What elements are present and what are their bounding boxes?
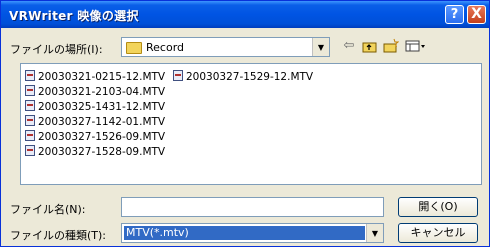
filename-input[interactable] [121,197,384,217]
video-file-icon [25,130,35,141]
new-folder-icon[interactable] [383,38,400,54]
file-item[interactable]: 20030327-1529-12.MTV [173,70,313,84]
file-item[interactable]: 20030321-0215-12.MTV [25,70,165,84]
video-file-icon [25,145,35,156]
cancel-button[interactable]: キャンセル [398,223,478,243]
file-open-dialog: VRWriter 映像の選択 ? X ファイルの場所(I): Record ▼ … [0,0,490,247]
help-button[interactable]: ? [445,5,464,24]
window-title: VRWriter 映像の選択 [9,9,139,23]
video-file-icon [173,70,183,81]
filetype-label: ファイルの種類(T): [10,229,107,242]
video-file-icon [25,115,35,126]
filetype-value: MTV(*.mtv) [124,226,365,240]
video-file-icon [25,100,35,111]
folder-icon [126,42,142,54]
filetype-dropdown[interactable]: MTV(*.mtv) ▼ [121,223,384,243]
video-file-icon [25,85,35,96]
file-item[interactable]: 20030325-1431-12.MTV [25,100,165,114]
location-value-wrap: Record [126,41,184,54]
close-button[interactable]: X [467,5,486,24]
up-folder-icon[interactable] [362,38,378,54]
filename-label: ファイル名(N): [10,203,86,216]
video-file-icon [25,70,35,81]
back-arrow-icon[interactable]: ⇦ [341,38,357,54]
file-item[interactable]: 20030327-1528-09.MTV [25,145,165,159]
open-button[interactable]: 開く(O) [398,197,478,217]
file-item[interactable]: 20030321-2103-04.MTV [25,85,165,99]
location-value: Record [146,41,185,54]
chevron-down-icon[interactable]: ▼ [366,224,383,242]
file-item[interactable]: 20030327-1142-01.MTV [25,115,165,129]
location-dropdown[interactable]: Record ▼ [121,37,330,57]
view-menu-icon[interactable] [405,38,427,54]
file-item[interactable]: 20030327-1526-09.MTV [25,130,165,144]
location-label: ファイルの場所(I): [10,43,103,56]
title-bar[interactable]: VRWriter 映像の選択 ? X [1,1,489,28]
chevron-down-icon[interactable]: ▼ [312,38,329,56]
file-list[interactable]: 20030321-0215-12.MTV 20030321-2103-04.MT… [20,63,482,185]
